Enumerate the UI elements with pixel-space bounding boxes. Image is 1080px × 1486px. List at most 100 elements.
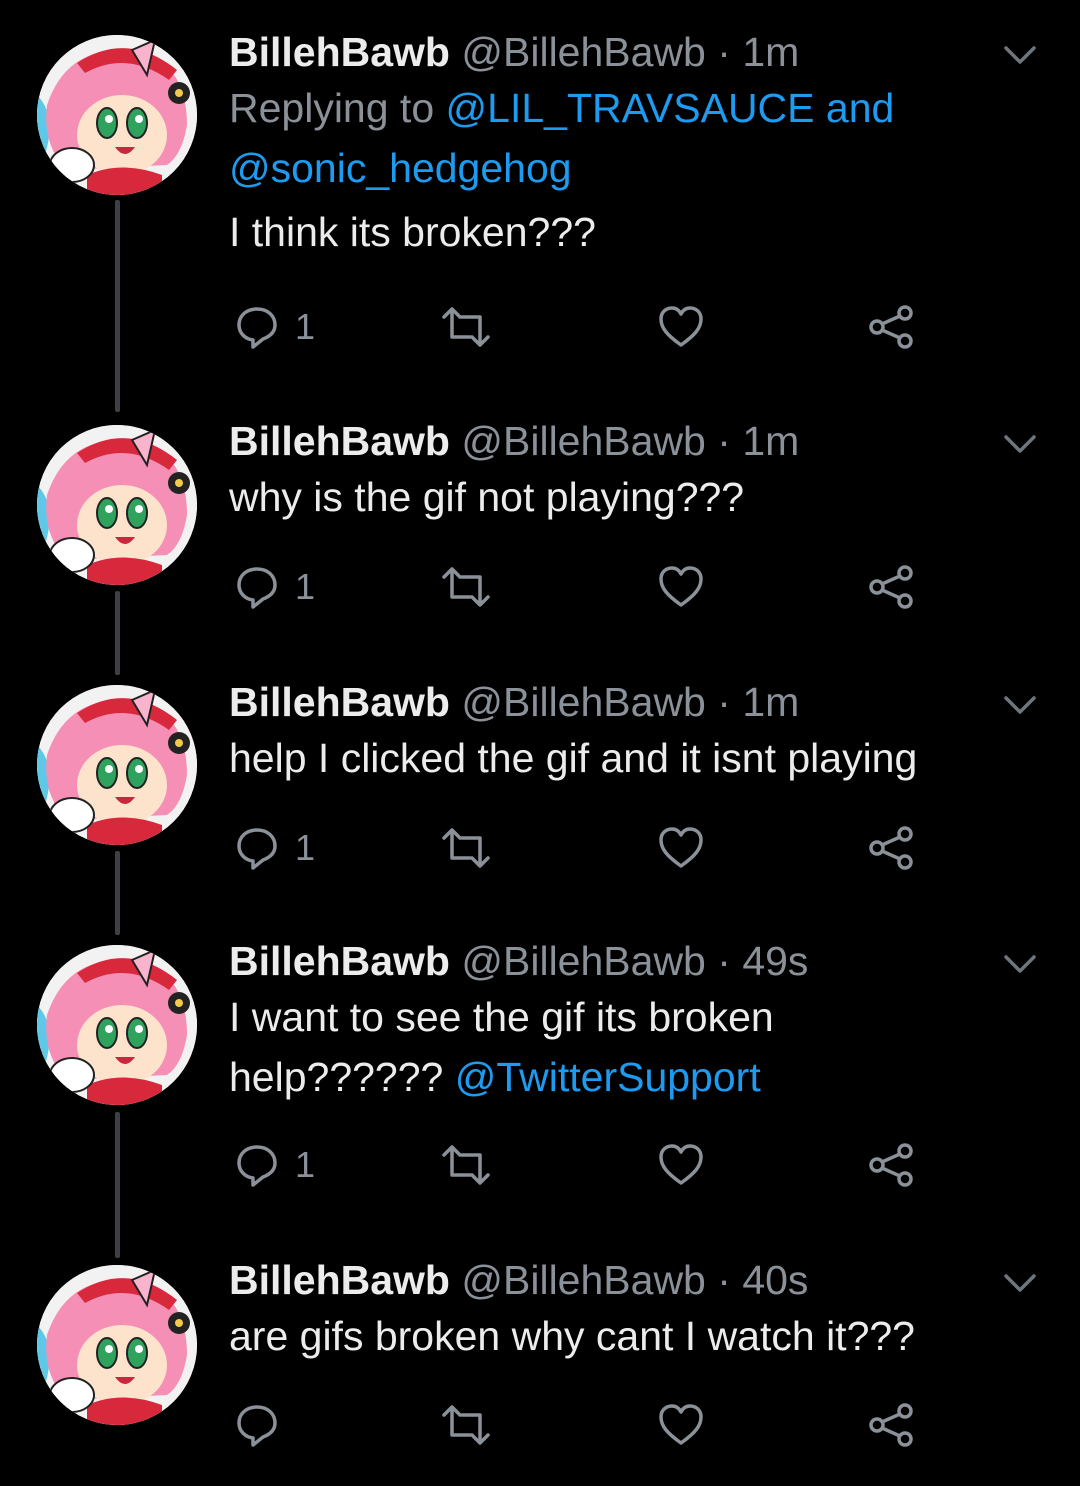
tweet-actions: 1: [229, 557, 929, 617]
display-name[interactable]: BillehBawb: [229, 679, 450, 725]
reply-count: 1: [295, 566, 316, 607]
share-icon: [869, 826, 913, 870]
reply-icon: [237, 307, 277, 349]
share-icon: [869, 565, 913, 609]
reply-button[interactable]: 1: [233, 557, 315, 617]
share-button[interactable]: [867, 1395, 915, 1455]
mention-link[interactable]: @LIL_TRAVSAUCE: [446, 85, 815, 131]
tweet-header: BillehBawb @BillehBawb · 1m: [229, 676, 1020, 728]
avatar-image: [37, 35, 197, 195]
separator-dot: ·: [717, 29, 731, 75]
avatar-image: [37, 945, 197, 1105]
retweet-icon: [442, 1405, 490, 1445]
tweet-actions: 1: [229, 818, 929, 878]
avatar-image: [37, 1265, 197, 1425]
retweet-icon: [442, 828, 490, 868]
user-handle[interactable]: @BillehBawb: [461, 938, 705, 984]
tweet-actions: [229, 1395, 929, 1455]
user-handle[interactable]: @BillehBawb: [461, 1257, 705, 1303]
tweet-header: BillehBawb @BillehBawb · 49s: [229, 935, 1020, 987]
reply-count: 1: [295, 1144, 316, 1185]
heart-icon: [659, 1404, 703, 1445]
separator-dot: ·: [717, 1257, 731, 1303]
tweet-header: BillehBawb @BillehBawb · 1m: [229, 415, 1020, 467]
thread-connector: [115, 591, 120, 675]
retweet-button[interactable]: [442, 557, 490, 617]
avatar[interactable]: [37, 685, 197, 845]
share-button[interactable]: [867, 818, 915, 878]
heart-icon: [659, 566, 703, 607]
avatar[interactable]: [37, 425, 197, 585]
reply-count: 1: [295, 827, 316, 868]
like-button[interactable]: [657, 557, 705, 617]
reply-count: 1: [295, 306, 316, 347]
retweet-button[interactable]: [442, 1395, 490, 1455]
display-name[interactable]: BillehBawb: [229, 418, 450, 464]
share-icon: [869, 1403, 913, 1447]
share-button[interactable]: [867, 557, 915, 617]
thread-connector: [115, 200, 120, 412]
retweet-icon: [442, 1145, 490, 1185]
user-handle[interactable]: @BillehBawb: [461, 29, 705, 75]
avatar-image: [37, 685, 197, 845]
reply-button[interactable]: 1: [233, 297, 315, 357]
like-button[interactable]: [657, 818, 705, 878]
display-name[interactable]: BillehBawb: [229, 1257, 450, 1303]
heart-icon: [659, 827, 703, 868]
tweet-text: are gifs broken why cant I watch it???: [229, 1313, 915, 1359]
timestamp[interactable]: 1m: [742, 29, 799, 75]
display-name[interactable]: BillehBawb: [229, 29, 450, 75]
reply-icon: [237, 1145, 277, 1187]
timestamp[interactable]: 49s: [742, 938, 808, 984]
timestamp[interactable]: 40s: [742, 1257, 808, 1303]
replying-to-label: Replying to: [229, 85, 435, 131]
chevron-down-icon[interactable]: [1000, 34, 1040, 74]
separator-dot: ·: [717, 938, 731, 984]
timestamp[interactable]: 1m: [742, 418, 799, 464]
thread-connector: [115, 851, 120, 935]
retweet-icon: [442, 307, 490, 347]
avatar-image: [37, 425, 197, 585]
mention-link[interactable]: @sonic_hedgehog: [229, 145, 572, 191]
tweet-text-line: help??????: [229, 1054, 444, 1100]
reply-button[interactable]: 1: [233, 1135, 315, 1195]
retweet-button[interactable]: [442, 818, 490, 878]
retweet-icon: [442, 567, 490, 607]
like-button[interactable]: [657, 1135, 705, 1195]
tweet-text-line: I want to see the gif its broken: [229, 994, 774, 1040]
tweet-actions: 1: [229, 297, 929, 357]
replying-joiner[interactable]: and: [826, 85, 894, 131]
tweet-actions: 1: [229, 1135, 929, 1195]
tweet-text: why is the gif not playing???: [229, 474, 745, 520]
chevron-down-icon[interactable]: [1000, 943, 1040, 983]
tweet-text: help I clicked the gif and it isnt playi…: [229, 735, 918, 781]
share-button[interactable]: [867, 297, 915, 357]
reply-button[interactable]: 1: [233, 818, 315, 878]
avatar[interactable]: [37, 1265, 197, 1425]
chevron-down-icon[interactable]: [1000, 684, 1040, 724]
reply-icon: [237, 567, 277, 609]
retweet-button[interactable]: [442, 1135, 490, 1195]
like-button[interactable]: [657, 297, 705, 357]
reply-icon: [237, 1405, 277, 1447]
tweet-text: I want to see the gif its broken help???…: [229, 987, 1020, 1107]
user-handle[interactable]: @BillehBawb: [461, 679, 705, 725]
heart-icon: [659, 306, 703, 347]
tweet-header: BillehBawb @BillehBawb · 1m: [229, 26, 1020, 78]
user-handle[interactable]: @BillehBawb: [461, 418, 705, 464]
separator-dot: ·: [717, 418, 731, 464]
chevron-down-icon[interactable]: [1000, 423, 1040, 463]
retweet-button[interactable]: [442, 297, 490, 357]
display-name[interactable]: BillehBawb: [229, 938, 450, 984]
tweet-text: I think its broken???: [229, 209, 596, 255]
separator-dot: ·: [717, 679, 731, 725]
share-button[interactable]: [867, 1135, 915, 1195]
avatar[interactable]: [37, 945, 197, 1105]
timestamp[interactable]: 1m: [742, 679, 799, 725]
mention-link[interactable]: @TwitterSupport: [455, 1054, 761, 1100]
chevron-down-icon[interactable]: [1000, 1262, 1040, 1302]
avatar[interactable]: [37, 35, 197, 195]
reply-button[interactable]: [233, 1395, 295, 1455]
thread-connector: [115, 1112, 120, 1258]
like-button[interactable]: [657, 1395, 705, 1455]
